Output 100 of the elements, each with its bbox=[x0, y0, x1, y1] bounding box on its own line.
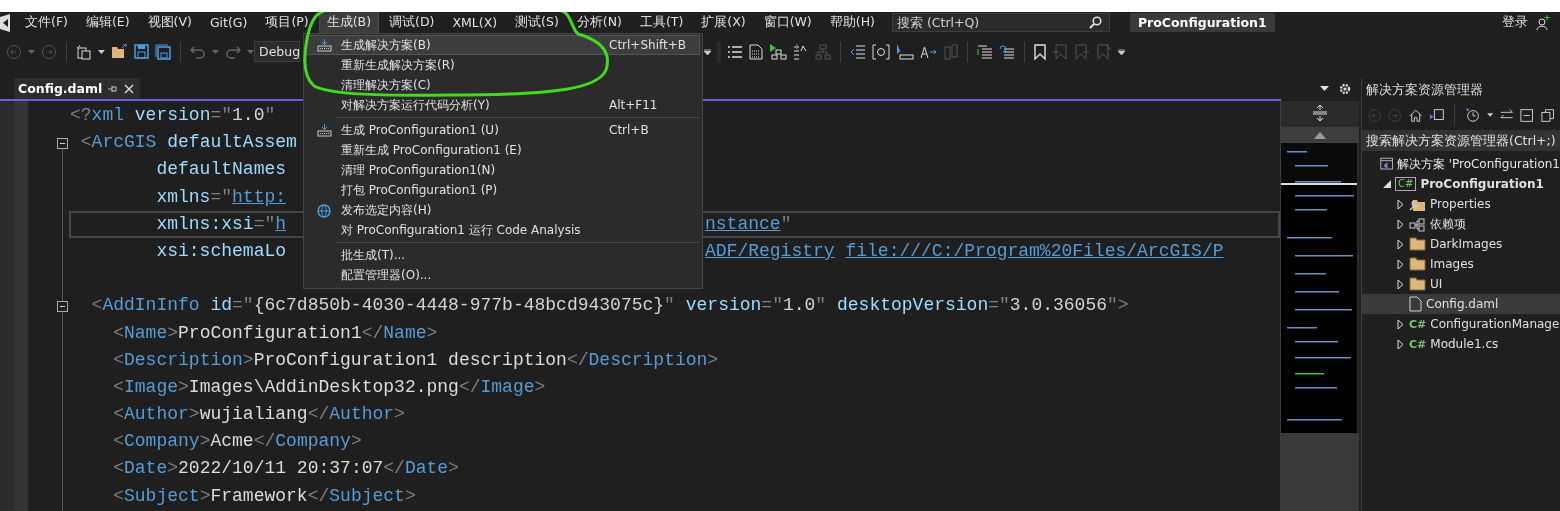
menu-item[interactable]: 清理解决方案(C) bbox=[306, 75, 700, 95]
menu-item[interactable]: 批生成(T)... bbox=[306, 245, 700, 265]
comment-lines-icon[interactable] bbox=[977, 44, 993, 59]
tree-item[interactable]: C# ConfigurationManage bbox=[1362, 314, 1560, 334]
columns-icon bbox=[944, 43, 958, 60]
collapsed-arrow-icon[interactable] bbox=[1397, 218, 1404, 230]
code-line: <Company>Acme</Company> bbox=[112, 431, 362, 452]
undo-icon[interactable] bbox=[190, 44, 206, 59]
menu-item[interactable]: Git(G) bbox=[202, 13, 255, 32]
bookmark-icon[interactable] bbox=[1034, 43, 1046, 60]
menu-item[interactable]: 视图(V) bbox=[140, 12, 199, 33]
person-add-icon[interactable] bbox=[1536, 14, 1550, 31]
folder-icon bbox=[1409, 257, 1426, 271]
caret-icon[interactable] bbox=[98, 49, 105, 54]
collapse-icon[interactable] bbox=[57, 138, 68, 150]
bracket-at-icon[interactable] bbox=[872, 43, 890, 60]
menu-item[interactable]: 文件(F) bbox=[18, 12, 75, 33]
menu-item[interactable]: 清理 ProConfiguration1(N) bbox=[306, 160, 700, 180]
settings-icon[interactable] bbox=[1339, 82, 1351, 95]
folder-icon bbox=[1409, 277, 1426, 291]
collapsed-arrow-icon[interactable] bbox=[1397, 198, 1404, 210]
code-line: xmlns="http: bbox=[155, 186, 287, 207]
menu-item[interactable]: 调试(D) bbox=[382, 12, 442, 33]
search-field[interactable]: 搜索解决方案资源管理器(Ctrl+;) bbox=[1362, 130, 1560, 151]
sync-icon[interactable] bbox=[1499, 109, 1514, 121]
page-icon[interactable] bbox=[749, 43, 763, 60]
replace-icon[interactable] bbox=[920, 44, 938, 59]
collapsed-arrow-icon[interactable] bbox=[1397, 318, 1404, 330]
menu-item[interactable]: 打包 ProConfiguration1 (P) bbox=[306, 180, 700, 200]
save-all-icon[interactable] bbox=[155, 43, 171, 60]
caret-icon[interactable] bbox=[704, 48, 711, 55]
menu-item[interactable]: 编辑(E) bbox=[78, 12, 137, 33]
menu-item[interactable]: 发布选定内容(H) bbox=[306, 200, 700, 220]
folder-icon bbox=[1409, 237, 1426, 251]
menu-item[interactable]: 生成解决方案(B) Ctrl+Shift+B bbox=[306, 35, 700, 55]
outdent-icon[interactable] bbox=[850, 44, 866, 59]
search-icon bbox=[1088, 16, 1102, 29]
pin-icon[interactable] bbox=[108, 83, 119, 94]
diagram-play-icon[interactable] bbox=[769, 43, 787, 60]
menu-item[interactable]: 工具(T) bbox=[632, 12, 691, 33]
menu-item[interactable]: 分析(N) bbox=[569, 12, 629, 33]
code-line: xmlns:xsi="h bbox=[155, 213, 287, 234]
collapsed-arrow-icon[interactable] bbox=[1397, 258, 1404, 270]
collapsed-arrow-icon[interactable] bbox=[1397, 338, 1404, 350]
solution-title: ProConfiguration1 bbox=[1129, 13, 1275, 32]
copy-icon[interactable] bbox=[1540, 107, 1554, 123]
collapsed-arrow-icon[interactable] bbox=[1397, 278, 1404, 290]
menu-item[interactable]: XML(X) bbox=[445, 13, 505, 32]
new-project-icon[interactable] bbox=[76, 43, 92, 60]
scroll-track[interactable] bbox=[1281, 433, 1359, 511]
menu-item[interactable]: 重新生成解决方案(R) bbox=[306, 55, 700, 75]
list-icon[interactable] bbox=[727, 44, 743, 59]
menu-item[interactable]: 对 ProConfiguration1 运行 Code Analysis bbox=[306, 220, 700, 240]
back-icon bbox=[1368, 107, 1382, 123]
tree-item[interactable]: DarkImages bbox=[1362, 234, 1560, 254]
open-folder-icon[interactable] bbox=[111, 44, 128, 59]
home-icon[interactable] bbox=[1408, 107, 1423, 123]
tree-item[interactable]: C# ProConfiguration1 bbox=[1362, 174, 1560, 194]
diagram-icon bbox=[815, 43, 831, 60]
caret-icon[interactable] bbox=[1486, 113, 1493, 117]
menu-item[interactable]: 测试(S) bbox=[508, 12, 566, 33]
tree-item[interactable]: Images bbox=[1362, 254, 1560, 274]
menu-item[interactable]: 重新生成 ProConfiguration1 (E) bbox=[306, 140, 700, 160]
menu-item[interactable]: 配置管理器(O)... bbox=[306, 265, 700, 285]
tree-item[interactable]: Config.daml bbox=[1362, 294, 1560, 314]
menu-item[interactable]: 帮助(H) bbox=[822, 12, 882, 33]
uncomment-lines-icon[interactable] bbox=[999, 44, 1015, 59]
scroll-up-icon[interactable] bbox=[1314, 131, 1326, 139]
expanded-arrow-icon[interactable] bbox=[1382, 180, 1391, 188]
caret-icon[interactable] bbox=[1118, 48, 1125, 55]
cursor-field-icon[interactable] bbox=[896, 43, 914, 60]
code-line: defaultNames bbox=[155, 159, 287, 180]
collapsed-arrow-icon[interactable] bbox=[1397, 238, 1404, 250]
configuration-dropdown[interactable]: Debug bbox=[254, 41, 300, 62]
menu-item[interactable]: 项目(P) bbox=[258, 12, 316, 33]
collapse-all-icon[interactable] bbox=[1520, 107, 1534, 123]
close-icon[interactable] bbox=[124, 83, 135, 94]
tree-item[interactable]: Properties bbox=[1362, 194, 1560, 214]
menu-item[interactable]: 生成(B) bbox=[319, 12, 379, 33]
split-icon[interactable] bbox=[1312, 105, 1328, 121]
document-tab[interactable]: Config.daml bbox=[14, 78, 141, 99]
redo-icon[interactable] bbox=[225, 44, 241, 59]
tree-item[interactable]: 依赖项 bbox=[1362, 214, 1560, 234]
collapse-icon[interactable] bbox=[57, 301, 68, 313]
tree-item[interactable]: C# Module1.cs bbox=[1362, 334, 1560, 354]
menu-item[interactable]: 窗口(W) bbox=[756, 12, 819, 33]
tree-item[interactable]: 解决方案 'ProConfiguration1 bbox=[1362, 154, 1560, 174]
switch-view-icon[interactable] bbox=[1429, 107, 1445, 123]
save-icon[interactable] bbox=[134, 44, 149, 59]
csharp-project-icon: C# bbox=[1395, 177, 1417, 191]
menu-item[interactable]: 扩展(X) bbox=[694, 12, 753, 33]
sign-in-link[interactable]: 登录 bbox=[1502, 14, 1528, 31]
menu-item[interactable]: 对解决方案运行代码分析(Y) Alt+F11 bbox=[306, 95, 700, 115]
csharp-file-icon: C# bbox=[1409, 317, 1427, 331]
search-field[interactable]: 搜索 (Ctrl+Q) bbox=[891, 13, 1110, 32]
minimap-drawing[interactable] bbox=[1281, 143, 1357, 433]
menu-item[interactable]: 生成 ProConfiguration1 (U) Ctrl+B bbox=[306, 120, 700, 140]
tree-item[interactable]: UI bbox=[1362, 274, 1560, 294]
caret-icon[interactable] bbox=[1320, 86, 1329, 91]
history-icon[interactable] bbox=[1465, 107, 1480, 123]
